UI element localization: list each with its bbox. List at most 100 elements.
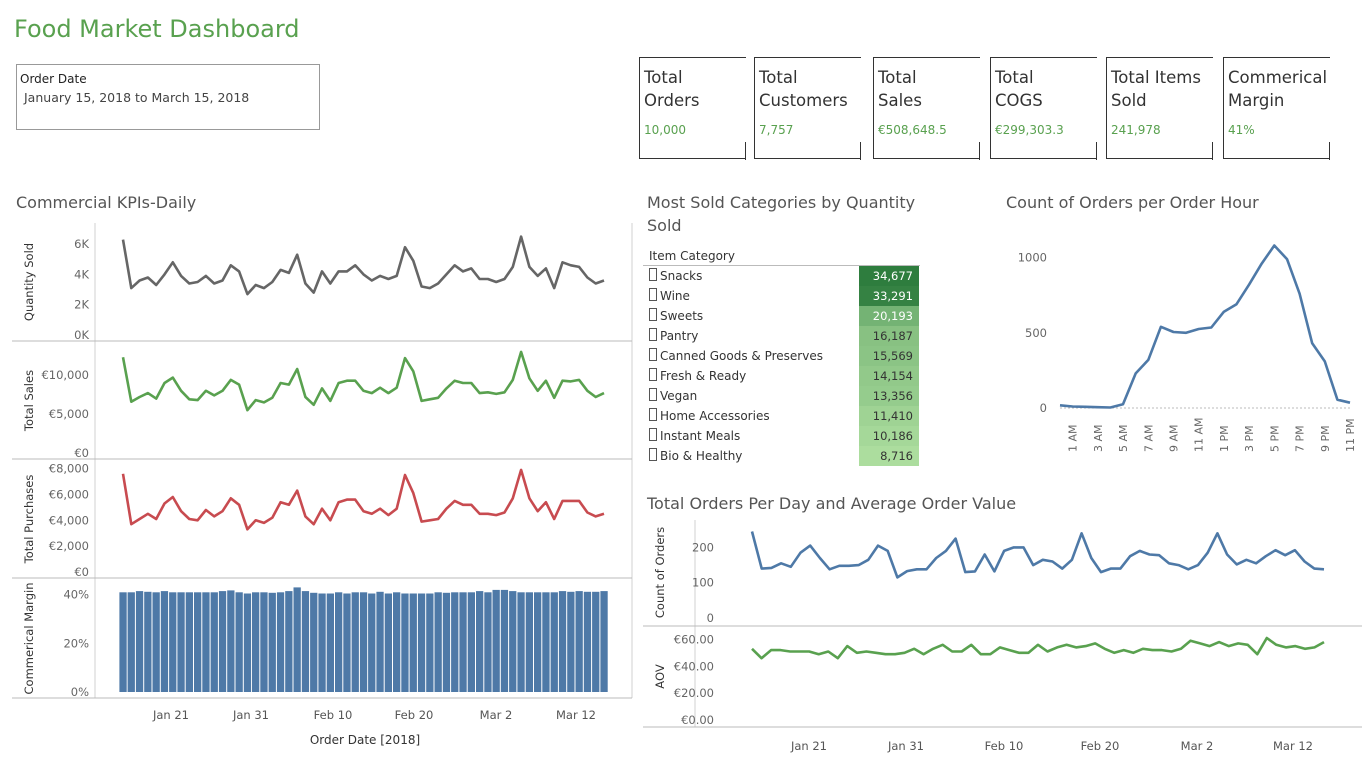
x-tick-label: Feb 20	[395, 708, 434, 722]
margin-bar	[500, 589, 509, 692]
kpi-label: Total Customers	[759, 68, 848, 110]
y-tick-label: 200	[692, 540, 714, 554]
category-row[interactable]: Instant Meals 10,186	[643, 426, 920, 446]
x-axis-label: Order Date [2018]	[310, 733, 420, 747]
margin-bar	[310, 592, 318, 692]
order-date-filter[interactable]: Order Date January 15, 2018 to March 15,…	[16, 64, 320, 130]
margin-bar	[401, 593, 409, 692]
expand-icon[interactable]	[649, 328, 657, 341]
x-tick-label: Feb 10	[985, 739, 1024, 753]
category-row[interactable]: Vegan 13,356	[643, 386, 920, 406]
category-row[interactable]: Bio & Healthy 8,716	[643, 446, 920, 466]
margin-bar	[343, 593, 351, 692]
x-tick-label: 11 AM	[1193, 417, 1206, 452]
margin-bar	[285, 591, 293, 692]
y-axis-label: AOV	[653, 664, 667, 689]
expand-icon[interactable]	[649, 268, 657, 281]
margin-bar	[202, 592, 210, 692]
daily-kpis-chart[interactable]: 0K 2K 4K 6K Quantity Sold €0 €5,000 €10,000 Tota…	[0, 215, 640, 755]
expand-icon[interactable]	[649, 448, 657, 461]
y-tick-label: €60.00	[674, 632, 714, 646]
margin-bar	[376, 591, 384, 692]
category-name: Fresh & Ready	[649, 368, 746, 383]
y-tick-label: €40.00	[674, 659, 714, 673]
y-tick-label: €10,000	[41, 368, 89, 382]
x-tick-label: 11 PM	[1344, 418, 1357, 452]
series-line	[121, 235, 605, 296]
category-value-cell: 14,154	[859, 366, 919, 386]
hourly-orders-chart[interactable]: 0 500 1000 1 AM 3 AM 5 AM 7 AM 9 AM 11 AM 1 PM 3 P…	[1000, 225, 1362, 465]
expand-icon[interactable]	[649, 388, 657, 401]
kpi-total-customers: Total Customers 7,757	[754, 57, 861, 160]
orders-aov-chart[interactable]: 0 100 200 Count of Orders €0.00 €20.00 €40.00 €…	[640, 515, 1362, 760]
expand-icon[interactable]	[649, 408, 657, 421]
category-row[interactable]: Snacks 34,677	[643, 266, 920, 286]
margin-bar	[169, 592, 177, 692]
x-tick-label: Mar 12	[1273, 739, 1313, 753]
margin-bar	[600, 591, 608, 692]
margin-bar	[442, 592, 451, 692]
kpi-label: Total Items Sold	[1111, 68, 1201, 110]
margin-bar	[492, 589, 500, 692]
expand-icon[interactable]	[649, 308, 657, 321]
category-row[interactable]: Wine 33,291	[643, 286, 920, 306]
category-value: 8,716	[880, 449, 913, 463]
margin-bar	[467, 592, 475, 692]
kpi-total-sales: Total Sales €508,648.5	[873, 57, 980, 160]
expand-icon[interactable]	[649, 428, 657, 441]
category-row[interactable]: Fresh & Ready 14,154	[643, 366, 920, 386]
margin-bar	[326, 593, 334, 692]
x-tick-label: Mar 12	[556, 708, 596, 722]
hourly-title: Count of Orders per Order Hour	[1006, 193, 1259, 212]
margin-bar	[393, 592, 401, 692]
y-tick-label: €0	[74, 565, 89, 579]
series-line	[751, 636, 1325, 660]
expand-icon[interactable]	[649, 288, 657, 301]
y-tick-label: €5,000	[49, 407, 89, 421]
x-tick-label: Jan 21	[152, 708, 189, 722]
margin-bar	[509, 591, 517, 692]
category-value: 33,291	[872, 289, 913, 303]
margin-bar	[276, 592, 285, 692]
margin-bar	[384, 593, 392, 692]
y-tick-label: 0%	[71, 685, 89, 699]
margin-bar	[592, 591, 600, 692]
margin-bar	[144, 591, 152, 692]
y-tick-label: 0	[707, 611, 714, 625]
margin-bar	[567, 591, 575, 692]
x-tick-label: Feb 20	[1081, 739, 1120, 753]
category-value-cell: 15,569	[859, 346, 919, 366]
margin-bar	[268, 592, 276, 692]
x-tick-label: 5 AM	[1117, 424, 1130, 452]
filter-value[interactable]: January 15, 2018 to March 15, 2018	[24, 90, 249, 105]
margin-bar	[359, 592, 368, 692]
category-row[interactable]: Canned Goods & Preserves 15,569	[643, 346, 920, 366]
orders-aov-title: Total Orders Per Day and Average Order V…	[647, 494, 1017, 513]
category-value-cell: 16,187	[859, 326, 919, 346]
x-tick-label: Jan 21	[790, 739, 827, 753]
category-value: 20,193	[872, 309, 913, 323]
kpi-value: 241,978	[1111, 123, 1161, 137]
category-value-cell: 34,677	[859, 266, 919, 286]
expand-icon[interactable]	[649, 348, 657, 361]
category-value-cell: 20,193	[859, 306, 919, 326]
category-name: Pantry	[649, 328, 698, 343]
y-tick-label: 500	[1025, 326, 1047, 340]
margin-bar	[293, 587, 301, 692]
category-name: Canned Goods & Preserves	[649, 348, 823, 363]
category-row[interactable]: Sweets 20,193	[643, 306, 920, 326]
category-row[interactable]: Home Accessories 11,410	[643, 406, 920, 426]
kpi-label: Total COGS	[995, 68, 1043, 110]
margin-bar	[135, 591, 144, 692]
category-row[interactable]: Pantry 16,187	[643, 326, 920, 346]
y-tick-label: €0	[74, 446, 89, 460]
category-name: Instant Meals	[649, 428, 740, 443]
margin-bar	[235, 592, 243, 692]
margin-bar	[252, 592, 260, 692]
margin-bar	[558, 591, 567, 692]
margin-bar	[583, 591, 592, 692]
expand-icon[interactable]	[649, 368, 657, 381]
category-name: Wine	[649, 288, 690, 303]
margin-bar	[301, 591, 310, 692]
category-header: Item Category	[649, 249, 735, 263]
